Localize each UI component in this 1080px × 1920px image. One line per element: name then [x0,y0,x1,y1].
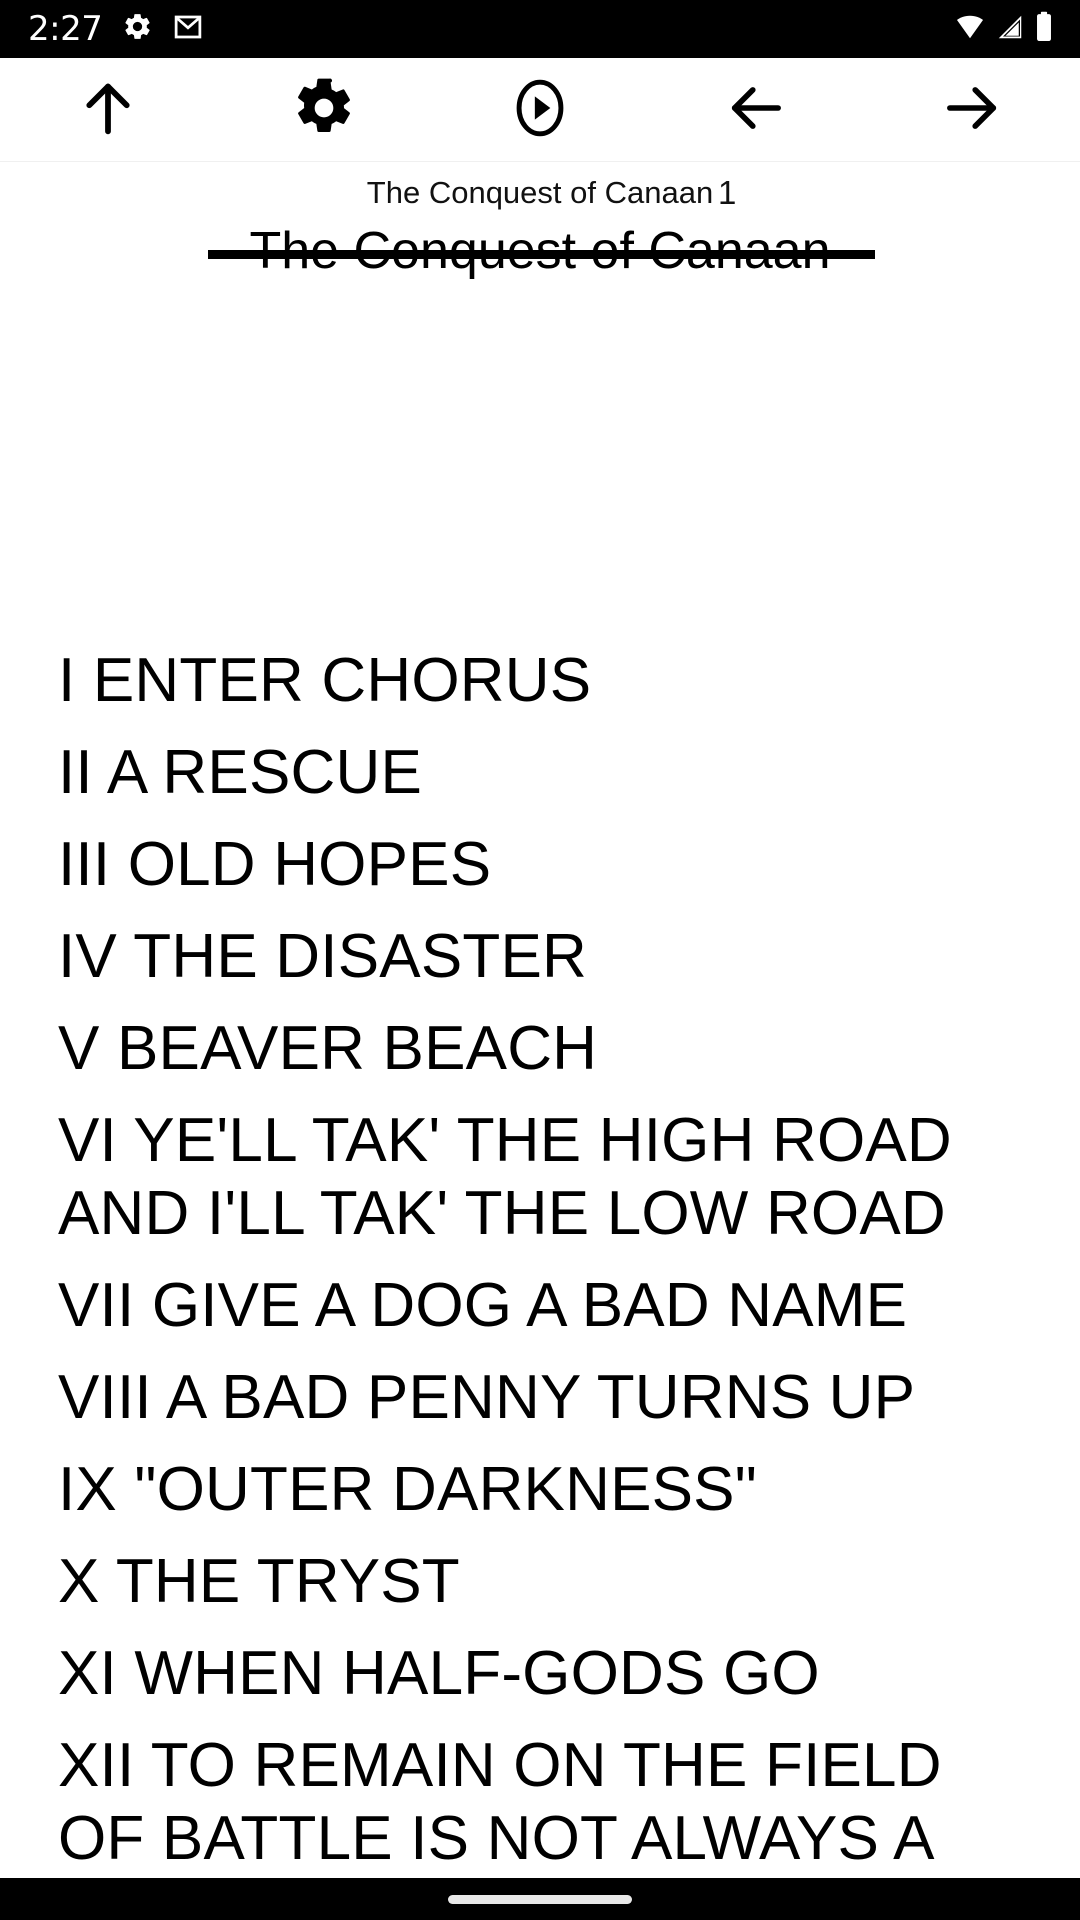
list-item[interactable]: IV THE DISASTER [58,920,1038,993]
reader-toolbar [0,58,1080,162]
list-item[interactable]: III OLD HOPES [58,828,1038,901]
status-clock: 2:27 [28,9,103,49]
title-divider-rule [208,250,875,259]
list-item[interactable]: VII GIVE A DOG A BAD NAME [58,1269,1038,1342]
play-button[interactable] [432,58,648,162]
page-header: The Conquest of Canaan 1 The Conquest of… [0,162,1080,310]
list-item[interactable]: IX "OUTER DARKNESS" [58,1453,1038,1526]
list-item[interactable]: VI YE'LL TAK' THE HIGH ROAD AND I'LL TAK… [58,1104,1038,1250]
battery-icon [1034,11,1054,47]
gear-icon [122,11,153,47]
list-item[interactable]: V BEAVER BEACH [58,1012,1038,1085]
list-item[interactable]: X THE TRYST [58,1545,1038,1618]
arrow-left-icon [724,76,788,143]
wifi-icon [954,12,986,47]
table-of-contents: I ENTER CHORUS II A RESCUE III OLD HOPES… [58,644,1038,1878]
gmail-icon [173,12,203,47]
list-item[interactable]: II A RESCUE [58,736,1038,809]
home-gesture-pill[interactable] [448,1894,632,1904]
app-screen: 2:27 The Conquest of Canaan 1 I ENTER CH… [0,0,1080,1920]
next-page-button[interactable] [864,58,1080,162]
settings-button[interactable] [216,58,432,162]
running-head-title: The Conquest of Canaan [366,175,714,210]
gear-icon [292,76,356,143]
arrow-up-icon [75,75,141,144]
status-bar-left: 2:27 [28,11,203,47]
status-bar-right [954,11,1054,47]
scroll-to-top-button[interactable] [0,58,216,162]
cellular-signal-icon [995,12,1025,47]
previous-page-button[interactable] [648,58,864,162]
list-item[interactable]: VIII A BAD PENNY TURNS UP [58,1361,1038,1434]
page-content: I ENTER CHORUS II A RESCUE III OLD HOPES… [0,310,1080,1878]
arrow-right-icon [940,76,1004,143]
play-circle-icon [509,77,571,142]
page-number: 1 [718,174,737,211]
list-item[interactable]: I ENTER CHORUS [58,644,1038,717]
list-item[interactable]: XII TO REMAIN ON THE FIELD OF BATTLE IS … [58,1729,1038,1878]
status-bar: 2:27 [0,0,1080,58]
book-title-clip: The Conquest of Canaan [0,220,1080,310]
list-item[interactable]: XI WHEN HALF-GODS GO [58,1637,1038,1710]
system-navigation-bar [0,1878,1080,1920]
